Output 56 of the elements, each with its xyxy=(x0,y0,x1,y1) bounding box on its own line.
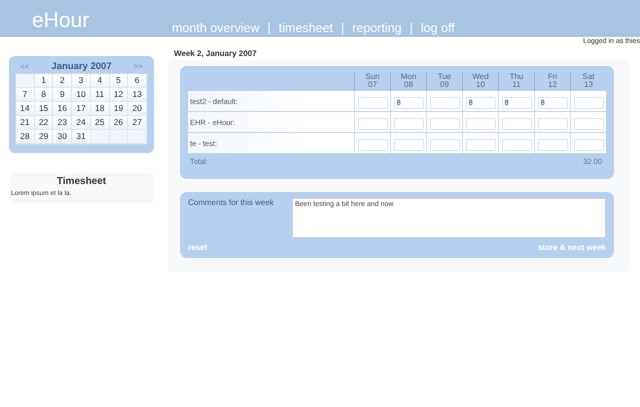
calendar-day[interactable]: 21 xyxy=(16,116,35,130)
calendar-day[interactable]: 20 xyxy=(128,102,147,116)
calendar-day[interactable]: 26 xyxy=(110,116,128,130)
calendar-day[interactable]: 9 xyxy=(53,88,72,102)
nav-separator: | xyxy=(268,20,271,36)
calendar-day[interactable]: 30 xyxy=(53,130,72,144)
nav-separator: | xyxy=(410,20,413,36)
calendar-day[interactable]: 19 xyxy=(110,102,128,116)
calendar-day[interactable]: 13 xyxy=(128,88,147,102)
hours-input[interactable] xyxy=(574,138,604,150)
comments-label: Comments for this week xyxy=(188,198,275,209)
calendar-day[interactable]: 3 xyxy=(72,74,91,88)
calendar-day[interactable]: 29 xyxy=(34,130,54,144)
week-title: Week 2, January 2007 xyxy=(174,48,258,60)
calendar-title: January 2007 xyxy=(51,60,112,72)
calendar-day[interactable]: 24 xyxy=(72,116,91,130)
calendar-day[interactable]: 7 xyxy=(16,88,35,102)
calendar-day[interactable]: 4 xyxy=(90,74,110,88)
info-title: Timesheet xyxy=(56,176,108,187)
hours-input[interactable] xyxy=(430,118,460,130)
calendar-day[interactable]: 1 xyxy=(34,74,54,88)
calendar-day[interactable]: 11 xyxy=(90,88,110,102)
calendar-day[interactable]: 27 xyxy=(128,116,147,130)
hours-input[interactable] xyxy=(574,96,604,108)
calendar-day[interactable]: 22 xyxy=(34,116,54,130)
hours-input[interactable] xyxy=(538,138,568,150)
calendar-day[interactable]: 31 xyxy=(72,130,91,144)
hours-input[interactable] xyxy=(502,138,532,150)
logo: eHour xyxy=(32,8,90,34)
hours-input[interactable] xyxy=(430,96,460,108)
calendar-day[interactable]: 18 xyxy=(90,102,110,116)
hours-input[interactable] xyxy=(574,118,604,130)
calendar-day[interactable]: 12 xyxy=(110,88,128,102)
hours-input[interactable] xyxy=(358,96,388,108)
calendar-day[interactable]: 28 xyxy=(16,130,35,144)
calendar-day[interactable]: 8 xyxy=(34,88,54,102)
calendar-day[interactable]: 6 xyxy=(128,74,147,88)
hours-input[interactable] xyxy=(394,138,424,150)
nav-separator: | xyxy=(341,20,344,36)
calendar-day[interactable]: 10 xyxy=(72,88,91,102)
hours-input[interactable] xyxy=(466,138,496,150)
calendar-day[interactable]: 15 xyxy=(34,102,54,116)
calendar-day[interactable]: 17 xyxy=(72,102,91,116)
hours-input[interactable] xyxy=(538,118,568,130)
hours-input[interactable] xyxy=(430,138,460,150)
calendar-day[interactable]: 25 xyxy=(90,116,110,130)
hours-input[interactable] xyxy=(358,138,388,150)
calendar-day[interactable]: 5 xyxy=(110,74,128,88)
calendar-day[interactable]: 23 xyxy=(53,116,72,130)
calendar-day[interactable]: 2 xyxy=(53,74,72,88)
hours-input[interactable] xyxy=(394,118,424,130)
hours-input[interactable] xyxy=(466,118,496,130)
hours-input[interactable] xyxy=(502,118,532,130)
calendar-day[interactable]: 14 xyxy=(16,102,35,116)
calendar-day[interactable]: 16 xyxy=(53,102,72,116)
hours-input[interactable] xyxy=(358,118,388,130)
